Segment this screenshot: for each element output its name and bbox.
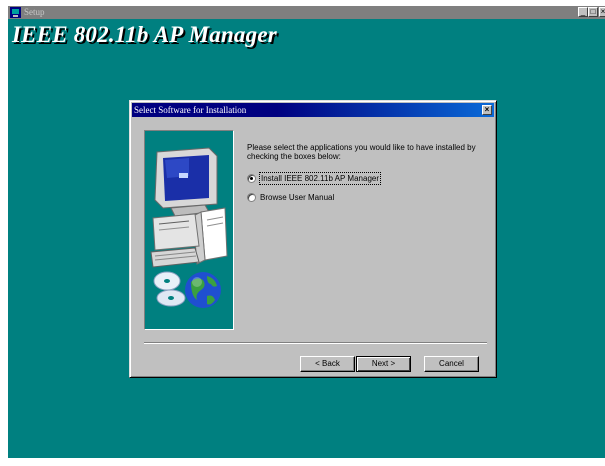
- dialog-titlebar[interactable]: Select Software for Installation ×: [132, 103, 494, 117]
- cancel-button[interactable]: Cancel: [424, 356, 479, 372]
- selection-prompt: Please select the applications you would…: [247, 143, 476, 161]
- option-label[interactable]: Browse User Manual: [260, 192, 334, 203]
- divider: [144, 342, 487, 344]
- setup-illustration-panel: [144, 130, 234, 330]
- minimize-button[interactable]: _: [578, 7, 588, 17]
- computer-cd-globe-icon: [150, 147, 228, 308]
- window-title: Setup: [24, 7, 45, 17]
- next-button[interactable]: Next >: [356, 356, 411, 372]
- option-label[interactable]: Install IEEE 802.11b AP Manager: [258, 172, 382, 185]
- setup-titlebar[interactable]: Setup _ □ ×: [8, 6, 605, 19]
- select-software-dialog: Select Software for Installation × Pleas…: [129, 100, 497, 378]
- maximize-button[interactable]: □: [588, 7, 598, 17]
- radio-selected-icon[interactable]: [247, 174, 256, 183]
- setup-app-icon: [10, 7, 21, 18]
- app-heading: IEEE 802.11b AP Manager: [12, 22, 277, 47]
- close-window-button[interactable]: ×: [599, 7, 605, 17]
- dialog-close-button[interactable]: ×: [482, 105, 492, 115]
- setup-window: Setup _ □ × IEEE 802.11b AP Manager Sele…: [8, 6, 605, 458]
- dialog-title: Select Software for Installation: [134, 105, 247, 115]
- back-button[interactable]: < Back: [300, 356, 355, 372]
- radio-unselected-icon[interactable]: [247, 193, 256, 202]
